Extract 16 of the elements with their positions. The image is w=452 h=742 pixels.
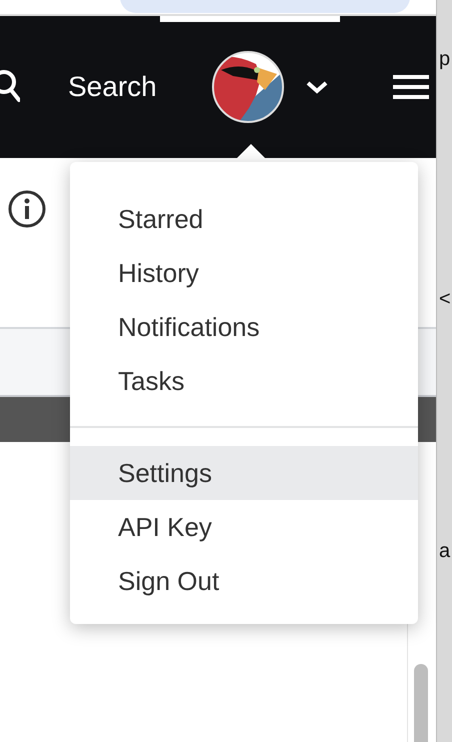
cut-text: p (439, 47, 450, 72)
scrollbar-thumb[interactable] (414, 664, 428, 742)
menu-item[interactable]: Tasks (70, 354, 418, 408)
info-icon[interactable] (8, 190, 46, 228)
search-link[interactable]: Search (68, 66, 157, 108)
cut-text: < (439, 287, 451, 312)
menu-item[interactable]: Notifications (70, 300, 418, 354)
menu-item[interactable]: Settings (70, 446, 418, 500)
search-icon[interactable] (0, 70, 20, 104)
menu-item[interactable]: History (70, 246, 418, 300)
cut-text: a (439, 539, 450, 564)
chevron-down-icon[interactable] (304, 79, 329, 95)
menu-item[interactable]: Starred (70, 192, 418, 246)
menu-item[interactable]: Sign Out (70, 554, 418, 608)
menu-item[interactable]: API Key (70, 500, 418, 554)
menu-icon[interactable] (392, 75, 429, 99)
